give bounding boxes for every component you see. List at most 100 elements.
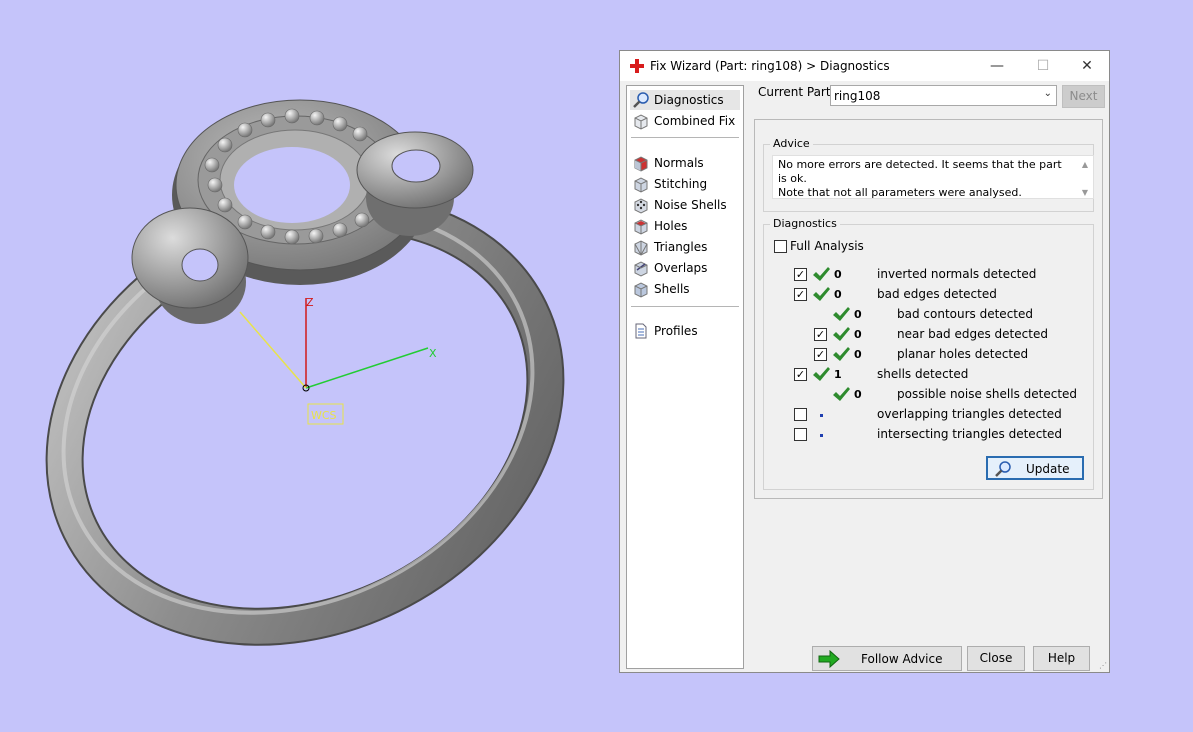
document-icon <box>635 323 647 339</box>
current-part-select[interactable]: ring108 ⌄ <box>830 85 1057 106</box>
green-check-icon <box>813 287 830 301</box>
help-button[interactable]: Help <box>1033 646 1090 671</box>
diagnostic-checkbox[interactable]: ✓ <box>794 268 807 281</box>
diagnostic-row: ✓ 0 inverted normals detected <box>764 266 1084 284</box>
diagnostic-row: ✓ 0 bad edges detected <box>764 286 1084 304</box>
resize-grip[interactable]: ⋰ <box>1099 662 1107 670</box>
diagnostic-count: 0 <box>834 288 842 301</box>
nav-label: Triangles <box>654 240 708 254</box>
pending-dot-icon <box>820 414 823 417</box>
full-analysis-label: Full Analysis <box>790 239 864 253</box>
advice-text: No more errors are detected. It seems th… <box>772 155 1094 199</box>
close-button[interactable]: Close <box>967 646 1025 671</box>
diagnostic-label: possible noise shells detected <box>897 387 1078 401</box>
nav-item-holes[interactable]: Holes <box>630 216 740 236</box>
nav-item-triangles[interactable]: Triangles <box>630 237 740 257</box>
diagnostic-label: shells detected <box>877 367 969 381</box>
next-button[interactable]: Next <box>1062 85 1105 108</box>
green-check-icon <box>813 367 830 381</box>
nav-item-overlaps[interactable]: Overlaps <box>630 258 740 278</box>
diagnostic-count: 0 <box>854 348 862 361</box>
diagnostic-row: overlapping triangles detected <box>764 406 1084 424</box>
nav-item-combined-fix[interactable]: Combined Fix <box>630 111 740 131</box>
magnifier-icon <box>633 92 649 108</box>
nav-label: Combined Fix <box>654 114 736 128</box>
nav-item-profiles[interactable]: Profiles <box>630 321 740 341</box>
cube-red-icon <box>634 156 648 172</box>
nav-item-diagnostics[interactable]: Diagnostics <box>630 90 740 110</box>
close-window-button[interactable]: ✕ <box>1064 51 1110 81</box>
magnifier-icon <box>995 461 1011 477</box>
wcs-label: WCS <box>311 409 337 422</box>
diagnostic-row: ✓ 1 shells detected <box>764 366 1084 384</box>
diagnostic-checkbox[interactable] <box>794 408 807 421</box>
diagnostic-checkbox[interactable]: ✓ <box>794 368 807 381</box>
update-button[interactable]: Update <box>986 456 1084 480</box>
advice-line-1: No more errors are detected. It seems th… <box>778 158 1062 185</box>
diagnostics-page: Advice No more errors are detected. It s… <box>754 119 1103 499</box>
3d-viewport[interactable]: Z X WCS <box>0 0 610 729</box>
nav-label: Profiles <box>654 324 698 338</box>
nav-label: Stitching <box>654 177 708 191</box>
triangles-icon <box>634 240 648 256</box>
nav-label: Shells <box>654 282 690 296</box>
cube-hole-icon <box>634 219 648 235</box>
nav-item-shells[interactable]: Shells <box>630 279 740 299</box>
current-part-label: Current Part: <box>758 85 835 99</box>
minimize-button[interactable]: — <box>974 51 1020 81</box>
green-check-icon <box>813 267 830 281</box>
maximize-button[interactable]: ☐ <box>1020 51 1066 81</box>
diagnostic-row: 0 bad contours detected <box>764 306 1084 324</box>
diagnostic-row: ✓ 0 near bad edges detected <box>764 326 1084 344</box>
fix-wizard-dialog: Fix Wizard (Part: ring108) > Diagnostics… <box>619 50 1110 673</box>
diagnostic-count: 0 <box>854 388 862 401</box>
diagnostic-label: planar holes detected <box>897 347 1029 361</box>
diagnostics-title: Diagnostics <box>770 217 840 230</box>
nav-item-stitching[interactable]: Stitching <box>630 174 740 194</box>
window-title: Fix Wizard (Part: ring108) > Diagnostics <box>650 59 890 73</box>
diagnostic-count: 0 <box>834 268 842 281</box>
diagnostic-checkbox[interactable] <box>794 428 807 441</box>
ring-model: Z X WCS <box>45 99 565 646</box>
diagnostic-label: bad edges detected <box>877 287 997 301</box>
nav-label: Normals <box>654 156 704 170</box>
nav-label: Holes <box>654 219 688 233</box>
title-bar[interactable]: Fix Wizard (Part: ring108) > Diagnostics… <box>620 51 1109 81</box>
follow-advice-button[interactable]: Follow Advice <box>812 646 962 671</box>
follow-advice-label: Follow Advice <box>861 652 943 666</box>
cube-icon <box>634 177 648 193</box>
advice-scrollbar[interactable]: ▲ ▼ <box>1079 158 1091 197</box>
nav-item-noise-shells[interactable]: Noise Shells <box>630 195 740 215</box>
diagnostic-row: 0 possible noise shells detected <box>764 386 1084 404</box>
diagnostic-row: ✓ 0 planar holes detected <box>764 346 1084 364</box>
diagnostic-count: 0 <box>854 308 862 321</box>
green-check-icon <box>833 327 850 341</box>
red-cross-icon <box>630 59 644 73</box>
pending-dot-icon <box>820 434 823 437</box>
green-check-icon <box>833 307 850 321</box>
diagnostic-row: intersecting triangles detected <box>764 426 1084 444</box>
current-part-value: ring108 <box>834 89 881 103</box>
diagnostic-checkbox[interactable]: ✓ <box>814 348 827 361</box>
update-label: Update <box>1026 462 1070 476</box>
advice-group: Advice No more errors are detected. It s… <box>763 137 1094 212</box>
nav-label: Noise Shells <box>654 198 727 212</box>
diagnostic-label: bad contours detected <box>897 307 1033 321</box>
nav-label: Diagnostics <box>654 93 724 107</box>
diagnostic-checkbox[interactable]: ✓ <box>794 288 807 301</box>
diagnostic-checkbox[interactable]: ✓ <box>814 328 827 341</box>
diagnostics-group: Diagnostics Full Analysis ✓ 0 inverted nor… <box>763 217 1094 490</box>
dotted-cube-icon <box>634 198 648 214</box>
green-check-icon <box>833 347 850 361</box>
axis-x-label: X <box>429 347 437 360</box>
chevron-down-icon: ⌄ <box>1043 88 1052 99</box>
full-analysis-checkbox[interactable] <box>774 240 787 253</box>
diagnostic-label: near bad edges detected <box>897 327 1048 341</box>
diagnostic-label: intersecting triangles detected <box>877 427 1062 441</box>
axis-z-label: Z <box>306 296 314 309</box>
diagnostic-count: 0 <box>854 328 862 341</box>
nav-label: Overlaps <box>654 261 708 275</box>
nav-item-normals[interactable]: Normals <box>630 153 740 173</box>
diagnostic-label: overlapping triangles detected <box>877 407 1062 421</box>
diagnostic-label: inverted normals detected <box>877 267 1037 281</box>
